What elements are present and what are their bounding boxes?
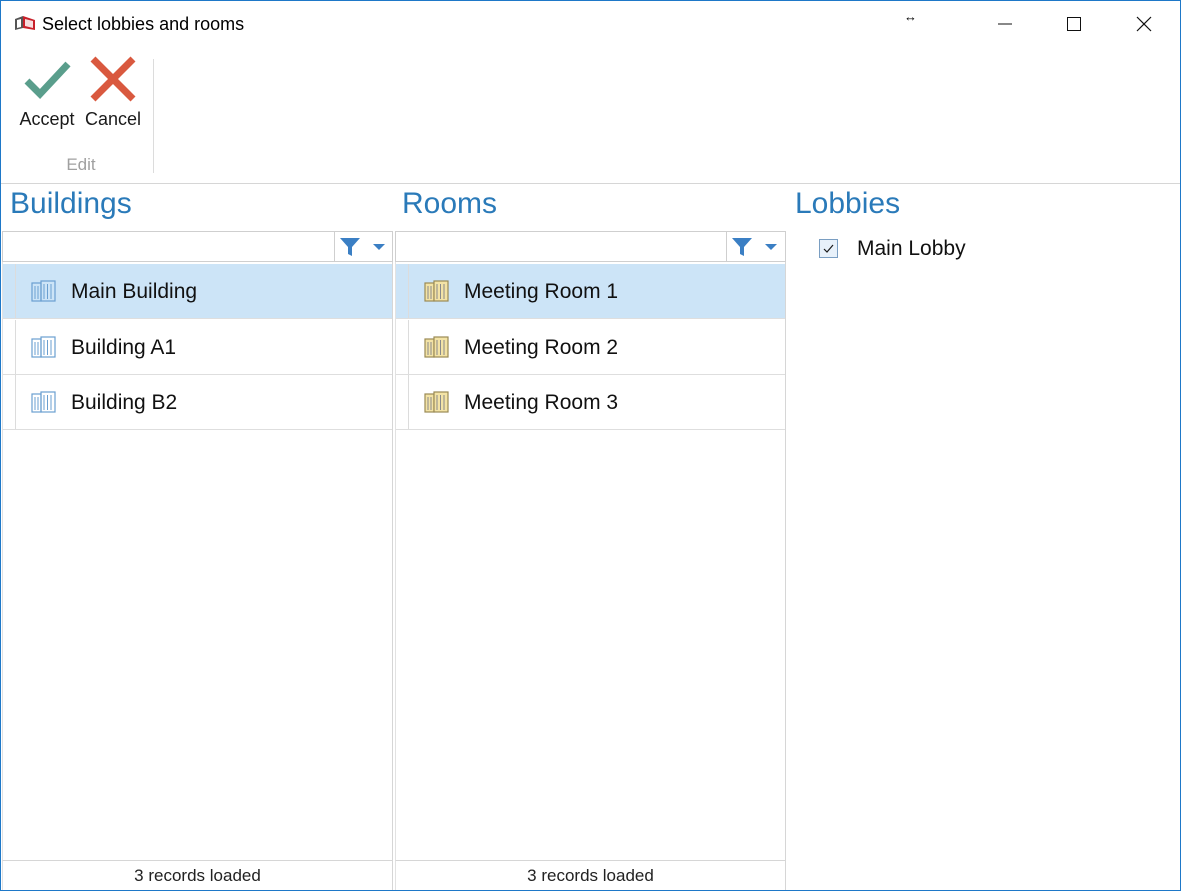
accept-label: Accept (19, 109, 75, 129)
x-icon (90, 56, 136, 102)
list-item[interactable]: Meeting Room 2 (396, 320, 785, 375)
row-indicator (15, 375, 16, 429)
buildings-filter-bar (2, 231, 393, 262)
row-indicator (15, 320, 16, 374)
list-item-label: Meeting Room 2 (464, 336, 619, 359)
window-title: Select lobbies and rooms (42, 14, 245, 34)
maximize-icon (1067, 17, 1081, 31)
checkmark-icon (24, 61, 71, 100)
ribbon-group-separator (153, 59, 154, 173)
rooms-title: Rooms (402, 187, 498, 220)
room-building-icon (424, 391, 449, 413)
buildings-filter-input[interactable] (3, 232, 334, 261)
title-bar[interactable]: Select lobbies and rooms ↔ (1, 1, 1180, 47)
list-item[interactable]: Building A1 (3, 320, 392, 375)
lobby-label: Main Lobby (857, 237, 966, 260)
rooms-filter-dropdown[interactable] (757, 232, 785, 261)
lobby-checkbox[interactable] (819, 239, 838, 258)
app-logo-icon (15, 16, 35, 30)
building-icon (31, 391, 56, 413)
rooms-status-bar: 3 records loaded (395, 860, 786, 890)
chevron-down-icon (373, 243, 385, 250)
buildings-status-bar: 3 records loaded (2, 860, 393, 890)
buildings-filter-dropdown[interactable] (365, 232, 393, 261)
buildings-list: Main Building Building A1 Building B2 (2, 262, 393, 860)
list-item[interactable]: Building B2 (3, 375, 392, 430)
row-indicator (408, 320, 409, 374)
check-icon (823, 244, 834, 253)
list-item[interactable]: Main Building (3, 264, 392, 319)
resize-arrows-icon: ↔ (904, 9, 917, 24)
ribbon-toolbar: Accept Cancel Edit (1, 47, 1180, 184)
close-icon (1136, 16, 1152, 32)
list-item[interactable]: Meeting Room 3 (396, 375, 785, 430)
list-item-label: Meeting Room 3 (464, 391, 619, 414)
accept-button[interactable]: Accept (15, 53, 79, 131)
row-indicator (15, 264, 16, 318)
building-icon (31, 336, 56, 358)
dialog-window: Select lobbies and rooms ↔ Accept Cancel… (0, 0, 1181, 891)
buildings-filter-button[interactable] (334, 232, 365, 261)
close-button[interactable] (1110, 1, 1178, 47)
buildings-title: Buildings (10, 187, 132, 220)
rooms-filter-button[interactable] (726, 232, 757, 261)
maximize-button[interactable] (1040, 1, 1108, 47)
cancel-label: Cancel (84, 109, 142, 129)
ribbon-group-label: Edit (66, 155, 96, 174)
minimize-button[interactable] (971, 1, 1039, 47)
minimize-icon (998, 23, 1012, 25)
funnel-icon (732, 237, 752, 256)
chevron-down-icon (765, 243, 777, 250)
rooms-list: Meeting Room 1 Meeting Room 2 Meeting Ro… (395, 262, 786, 860)
rooms-filter-bar (395, 231, 786, 262)
lobbies-title: Lobbies (795, 187, 901, 220)
room-building-icon (424, 280, 449, 302)
cancel-button[interactable]: Cancel (83, 53, 143, 131)
row-indicator (408, 264, 409, 318)
list-item-label: Main Building (71, 280, 198, 303)
rooms-filter-input[interactable] (396, 232, 726, 261)
list-item-label: Building B2 (71, 391, 178, 414)
list-item-label: Meeting Room 1 (464, 280, 619, 303)
list-item[interactable]: Meeting Room 1 (396, 264, 785, 319)
room-building-icon (424, 336, 449, 358)
building-icon (31, 280, 56, 302)
list-item-label: Building A1 (71, 336, 177, 359)
row-indicator (408, 375, 409, 429)
funnel-icon (340, 237, 360, 256)
